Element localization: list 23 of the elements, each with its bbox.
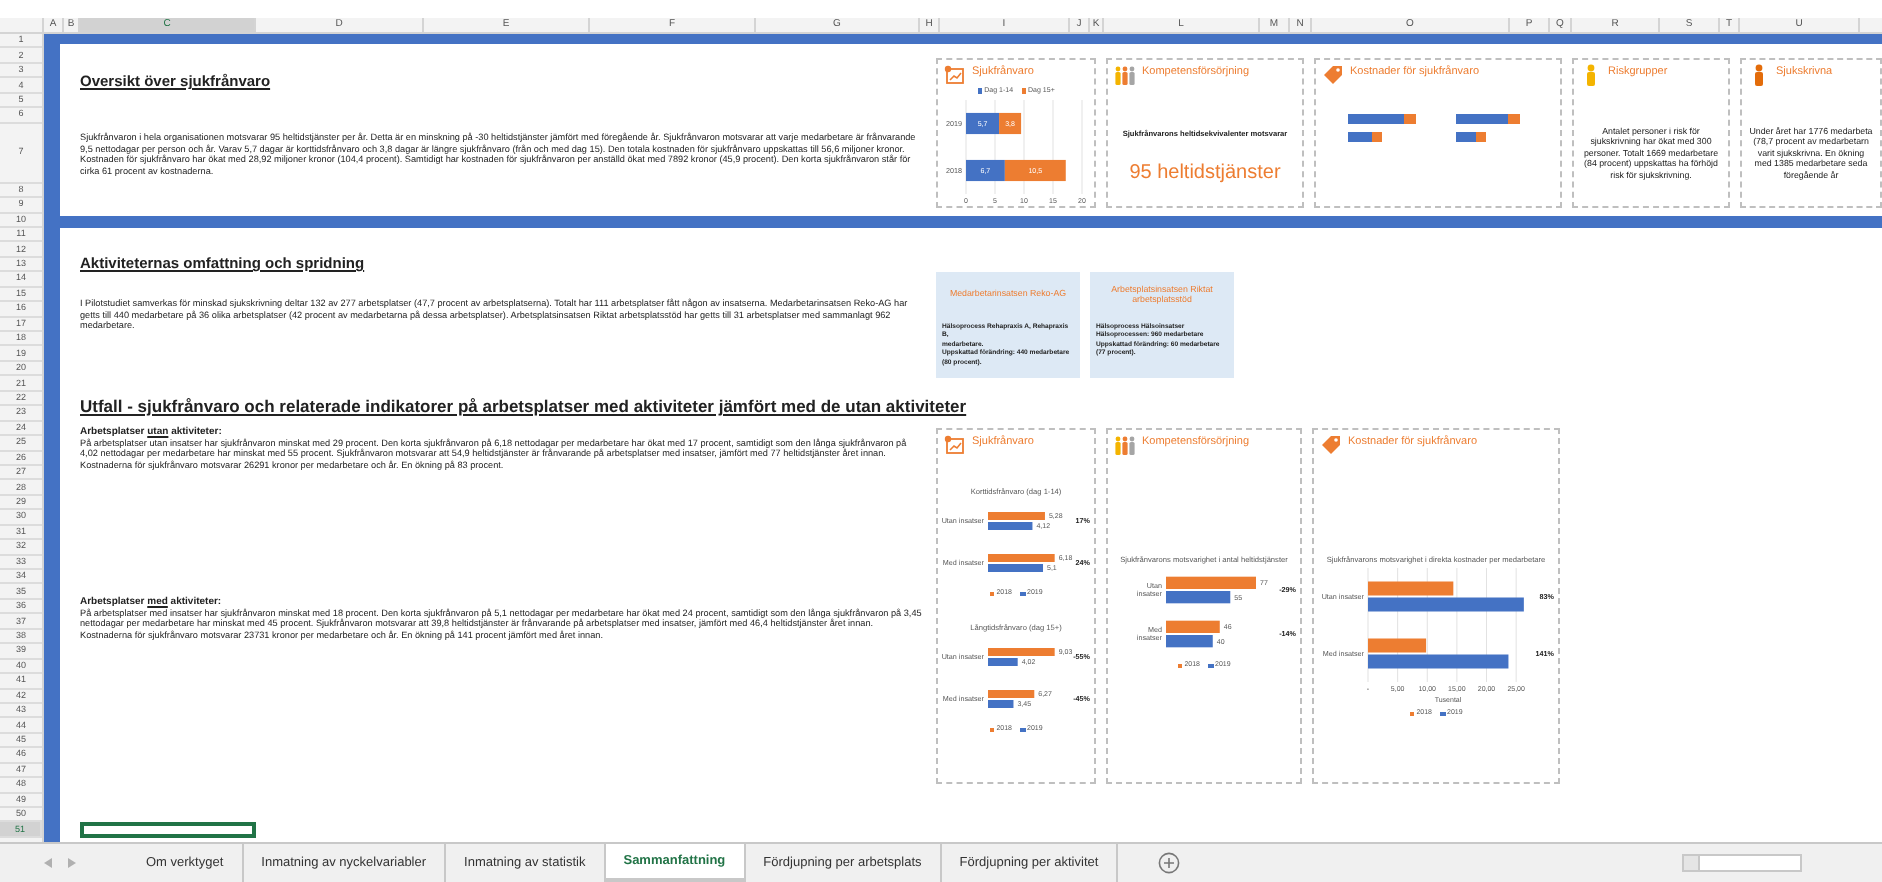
legend-swatch [1020, 727, 1025, 733]
people-icon [1114, 433, 1136, 456]
legend-swatch [1409, 711, 1415, 717]
legend-swatch [1177, 663, 1183, 669]
people-icon [1114, 64, 1136, 86]
legend-swatch [1020, 591, 1025, 597]
key-figure: 95 heltidstjänster [1127, 159, 1283, 188]
scroll-right-icon[interactable] [68, 858, 76, 868]
chart-icon [944, 64, 966, 86]
legend-swatch [1021, 88, 1027, 94]
legend-swatch [1208, 663, 1213, 669]
section-heading: Utfall - sjukfrånvaro och relaterade indikatorer på arbetsplatser med aktiviteter jämfört med de utan aktiviteter [80, 394, 967, 420]
legend-swatch [1440, 711, 1445, 717]
selected-cell[interactable] [80, 822, 256, 838]
chart-icon [944, 433, 966, 456]
legend-swatch [977, 88, 983, 94]
horizontal-scrollbar[interactable] [1682, 854, 1802, 872]
legend-swatch [989, 591, 995, 597]
tag-icon [1322, 64, 1344, 86]
scroll-left-icon[interactable] [44, 858, 52, 868]
legend-swatch [989, 727, 995, 733]
tag-icon [1320, 433, 1342, 456]
add-sheet-icon[interactable] [1158, 852, 1181, 874]
